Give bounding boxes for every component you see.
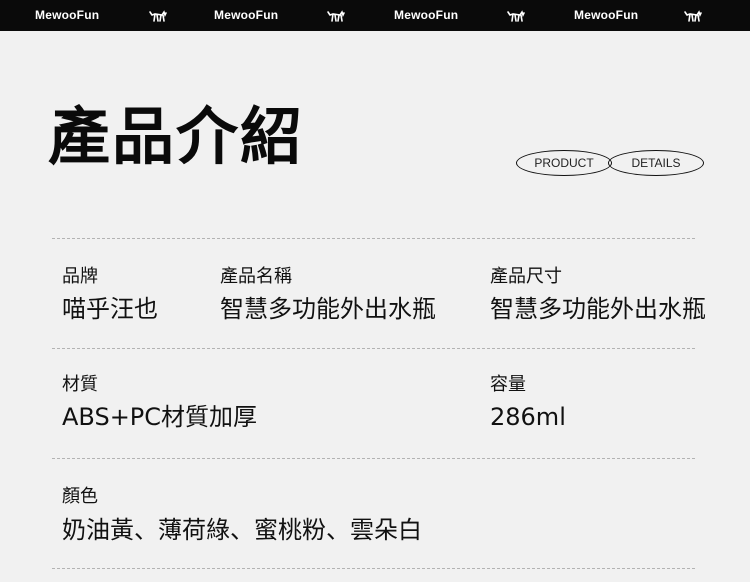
- cat-icon: [684, 10, 702, 22]
- brand-logo-text: MewooFun: [394, 8, 459, 22]
- product-details-pills: PRODUCT DETAILS: [516, 150, 706, 178]
- divider: [52, 348, 695, 349]
- product-name-label: 產品名稱: [220, 266, 292, 287]
- material-label: 材質: [62, 374, 98, 395]
- divider: [52, 568, 695, 569]
- brand-label: 品牌: [62, 266, 98, 287]
- capacity-label: 容量: [490, 374, 526, 395]
- size-value: 智慧多功能外出水瓶: [490, 295, 706, 323]
- top-brand-bar: MewooFun MewooFun MewooFun MewooFun: [0, 0, 750, 31]
- brand-value: 喵乎汪也: [62, 295, 158, 323]
- details-pill: DETAILS: [608, 150, 704, 176]
- colors-label: 顏色: [62, 486, 98, 507]
- material-value: ABS+PC材質加厚: [62, 403, 258, 431]
- divider: [52, 238, 695, 239]
- product-pill: PRODUCT: [516, 150, 612, 176]
- cat-icon: [507, 10, 525, 22]
- brand-logo-text: MewooFun: [214, 8, 279, 22]
- capacity-value: 286ml: [490, 403, 566, 431]
- page-title: 產品介紹: [48, 100, 305, 173]
- cat-icon: [327, 10, 345, 22]
- brand-logo-text: MewooFun: [35, 8, 100, 22]
- product-name-value: 智慧多功能外出水瓶: [220, 295, 436, 323]
- cat-icon: [149, 10, 167, 22]
- colors-value: 奶油黃、薄荷綠、蜜桃粉、雲朵白: [62, 516, 422, 544]
- brand-logo-text: MewooFun: [574, 8, 639, 22]
- size-label: 產品尺寸: [490, 266, 562, 287]
- divider: [52, 458, 695, 459]
